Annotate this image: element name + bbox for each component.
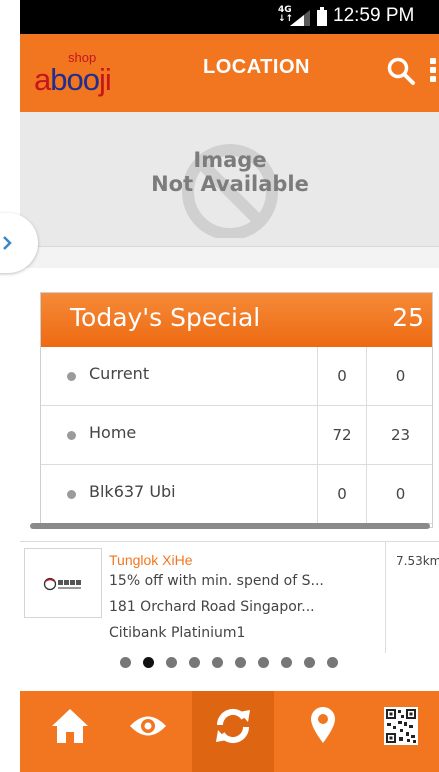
- location-label: Home: [89, 423, 137, 442]
- page-dot[interactable]: [189, 657, 200, 668]
- nav-refresh-button[interactable]: [192, 691, 274, 772]
- battery-icon: [317, 7, 327, 26]
- todays-special-count: 25: [392, 303, 424, 332]
- todays-special-card: Today's Special 25 Current 0 0 Home 72 2…: [40, 292, 433, 528]
- app-bar: shop abooji LOCATION: [20, 34, 439, 112]
- nav-view-button[interactable]: [112, 691, 186, 772]
- merchant-logo-icon: [43, 577, 81, 591]
- merchant-name[interactable]: Tunglok XiHe: [109, 552, 193, 568]
- bullet-icon: [67, 490, 76, 499]
- nav-home-button[interactable]: [40, 691, 104, 772]
- deal-list-item[interactable]: Tunglok XiHe 15% off with min. spend of …: [20, 541, 439, 653]
- page-dot[interactable]: [281, 657, 292, 668]
- page-dot[interactable]: [143, 657, 154, 668]
- nav-qr-button[interactable]: [370, 691, 430, 772]
- page-dot[interactable]: [120, 657, 131, 668]
- deal-card: Citibank Platinium1: [109, 625, 246, 641]
- image-placeholder-text: Image Not Available: [151, 148, 309, 196]
- page-title: LOCATION: [203, 56, 310, 78]
- page-dot[interactable]: [304, 657, 315, 668]
- qr-code-icon: [384, 707, 418, 745]
- page-indicator[interactable]: [120, 657, 350, 669]
- status-bar: 4G ↓↑ 12:59 PM: [20, 0, 439, 34]
- refresh-icon: [216, 708, 250, 744]
- page-dot[interactable]: [166, 657, 177, 668]
- location-count-1: 0: [317, 347, 366, 405]
- bullet-icon: [67, 431, 76, 440]
- location-row-home[interactable]: Home 72 23: [41, 406, 432, 465]
- nav-location-button[interactable]: [288, 691, 358, 772]
- home-icon: [52, 709, 88, 743]
- location-count-2: 0: [366, 347, 432, 405]
- search-icon[interactable]: [386, 56, 416, 86]
- location-count-1: 0: [317, 465, 366, 523]
- horizontal-scrollbar[interactable]: [30, 523, 430, 529]
- page-dot[interactable]: [327, 657, 338, 668]
- deal-distance: 7.53km: [396, 554, 439, 568]
- bottom-navigation: [20, 691, 439, 772]
- todays-special-header[interactable]: Today's Special 25: [41, 293, 432, 347]
- location-count-2: 23: [366, 406, 432, 464]
- deal-address: 181 Orchard Road Singapor...: [109, 599, 315, 615]
- overflow-menu-icon[interactable]: [427, 58, 439, 86]
- logo-wordmark: abooji: [34, 62, 112, 97]
- location-row-blk637-ubi[interactable]: Blk637 Ubi 0 0: [41, 465, 432, 524]
- bullet-icon: [67, 372, 76, 381]
- merchant-logo: [24, 548, 102, 618]
- location-count-2: 0: [366, 465, 432, 523]
- location-row-current[interactable]: Current 0 0: [41, 347, 432, 406]
- eye-icon: [130, 716, 166, 736]
- deal-offer: 15% off with min. spend of S...: [109, 573, 324, 589]
- location-label: Current: [89, 364, 150, 383]
- location-count-1: 72: [317, 406, 366, 464]
- location-label: Blk637 Ubi: [89, 482, 176, 501]
- banner-image[interactable]: Image Not Available: [20, 112, 439, 246]
- location-pin-icon: [311, 707, 335, 743]
- page-dot[interactable]: [212, 657, 223, 668]
- signal-icon: [290, 10, 310, 26]
- chevron-right-icon: [3, 236, 12, 250]
- page-dot[interactable]: [258, 657, 269, 668]
- todays-special-title: Today's Special: [70, 303, 261, 332]
- status-time: 12:59 PM: [333, 5, 415, 26]
- deal-divider: [385, 542, 386, 653]
- banner-divider: [20, 246, 439, 268]
- page-dot[interactable]: [235, 657, 246, 668]
- app-logo[interactable]: shop abooji: [34, 48, 129, 98]
